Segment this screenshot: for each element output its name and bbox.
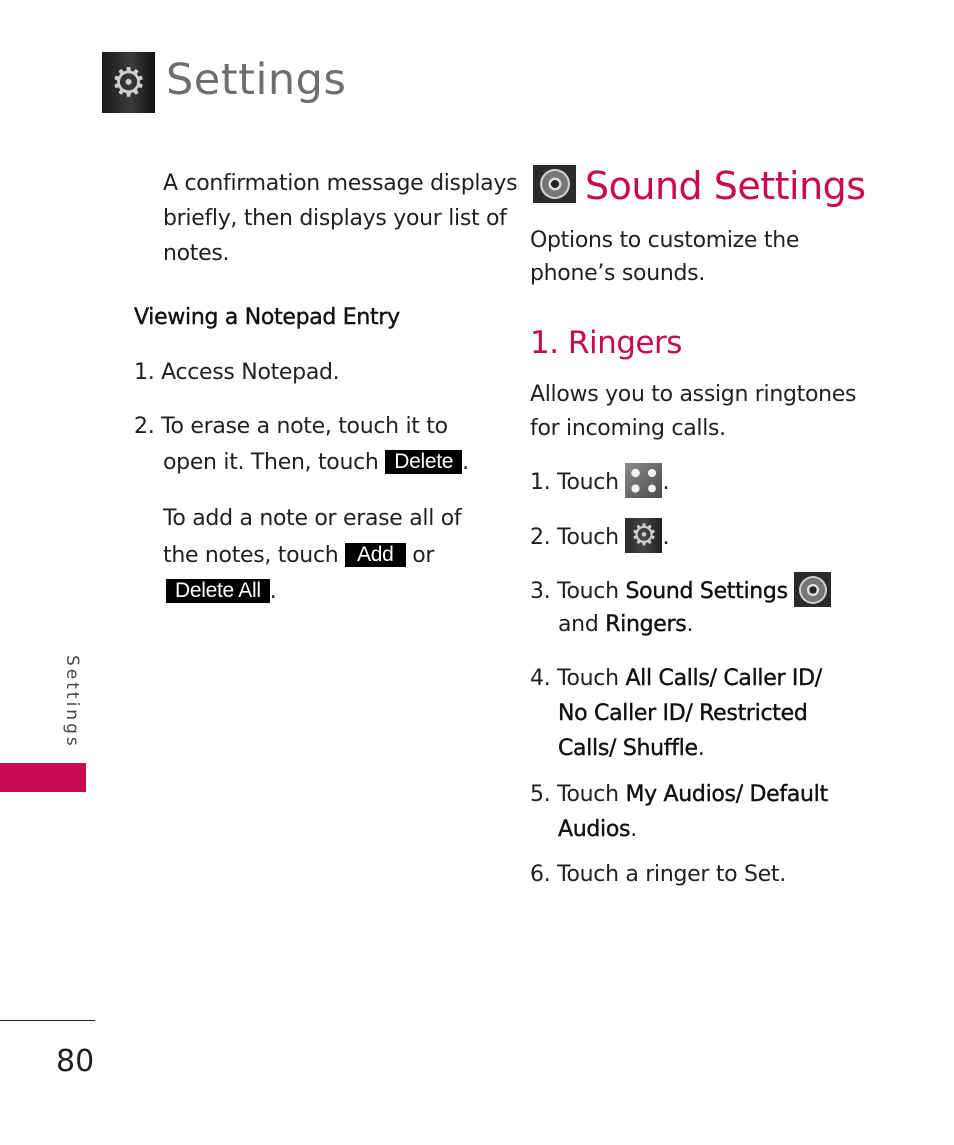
ringers-step-3-line2: and Ringers.: [558, 607, 693, 642]
ringers-step-4-line3: Calls/ Shuffle.: [558, 731, 705, 766]
sound-settings-description: Options to customize the phone’s sounds.: [530, 224, 799, 290]
step-erase-line1: 2. To erase a note, touch it to: [134, 414, 448, 439]
ringers-step-4-line2: No Caller ID/ Restricted: [558, 701, 808, 726]
gear-icon: ⚙: [110, 59, 147, 106]
text-fragment: .: [269, 579, 277, 604]
menu-term: Ringers: [605, 612, 687, 637]
footer-rule: [0, 1020, 95, 1021]
add-key[interactable]: Add: [345, 543, 406, 567]
text-fragment: and: [558, 612, 599, 637]
text-fragment: 1. Touch: [530, 470, 619, 495]
subheading-viewing-notepad: Viewing a Notepad Entry: [134, 305, 401, 330]
sound-settings-icon: [533, 165, 576, 203]
menu-term: Calls/ Shuffle: [558, 736, 698, 761]
confirmation-paragraph: A confirmation message displays briefly,…: [163, 166, 518, 271]
delete-all-key[interactable]: Delete All: [166, 579, 270, 603]
text-line: notes.: [163, 241, 230, 266]
side-tab-label: Settings: [62, 655, 82, 749]
menu-term: Audios: [558, 817, 631, 842]
text-fragment: open it. Then, touch: [163, 450, 379, 475]
ringers-description: Allows you to assign ringtones for incom…: [530, 378, 857, 446]
ringers-step-5-line1: 5. Touch My Audios/ Default: [530, 777, 828, 812]
gear-icon[interactable]: ⚙: [625, 518, 663, 553]
text-fragment: .: [630, 817, 637, 842]
text-fragment: the notes, touch: [163, 543, 339, 568]
ringers-step-4-line1: 4. Touch All Calls/ Caller ID/: [530, 661, 822, 696]
settings-header-icon: ⚙: [102, 52, 155, 113]
page-title: Settings: [166, 55, 347, 105]
speaker-icon[interactable]: [794, 572, 832, 607]
ringers-step-6: 6. Touch a ringer to Set.: [530, 862, 786, 887]
menu-term: My Audios/ Default: [625, 782, 828, 807]
text-fragment: .: [662, 525, 670, 550]
menu-term: Sound Settings: [625, 579, 788, 604]
text-fragment: .: [697, 736, 705, 761]
delete-key[interactable]: Delete: [385, 450, 463, 474]
text-fragment: 2. Touch: [530, 525, 619, 550]
note-line1: To add a note or erase all of: [163, 506, 462, 531]
subsection-title-ringers: 1. Ringers: [530, 325, 682, 361]
text-line: A confirmation message displays: [163, 171, 518, 196]
text-line: briefly, then displays your list of: [163, 206, 507, 231]
text-fragment: .: [686, 612, 694, 637]
section-title-sound-settings: Sound Settings: [585, 164, 866, 208]
ringers-step-1: 1. Touch .: [530, 463, 669, 500]
text-fragment: 4. Touch: [530, 666, 619, 691]
menu-grid-icon[interactable]: [625, 463, 663, 498]
text-fragment: 3. Touch: [530, 579, 619, 604]
ringers-step-5-line2: Audios.: [558, 812, 637, 847]
step-access-notepad: 1. Access Notepad.: [134, 360, 340, 385]
ringers-step-2: 2. Touch ⚙ .: [530, 518, 669, 555]
menu-term: All Calls/ Caller ID/: [625, 666, 822, 691]
text-fragment: .: [662, 470, 670, 495]
text-line: Options to customize the: [530, 228, 800, 253]
text-line: phone’s sounds.: [530, 261, 706, 286]
text-fragment: .: [462, 450, 469, 475]
ringers-step-3-line1: 3. Touch Sound Settings: [530, 572, 832, 609]
step-erase-line2: open it. Then, touch Delete.: [163, 445, 469, 480]
text-fragment: 5. Touch: [530, 782, 619, 807]
note-line3: Delete All.: [166, 574, 277, 609]
note-line2: the notes, touch Add or: [163, 538, 434, 573]
page-number: 80: [56, 1044, 95, 1079]
text-line: for incoming calls.: [530, 416, 726, 441]
speaker-icon: [539, 169, 570, 199]
text-fragment: or: [412, 543, 435, 568]
side-tab-marker: [0, 763, 86, 792]
text-line: Allows you to assign ringtones: [530, 382, 857, 407]
